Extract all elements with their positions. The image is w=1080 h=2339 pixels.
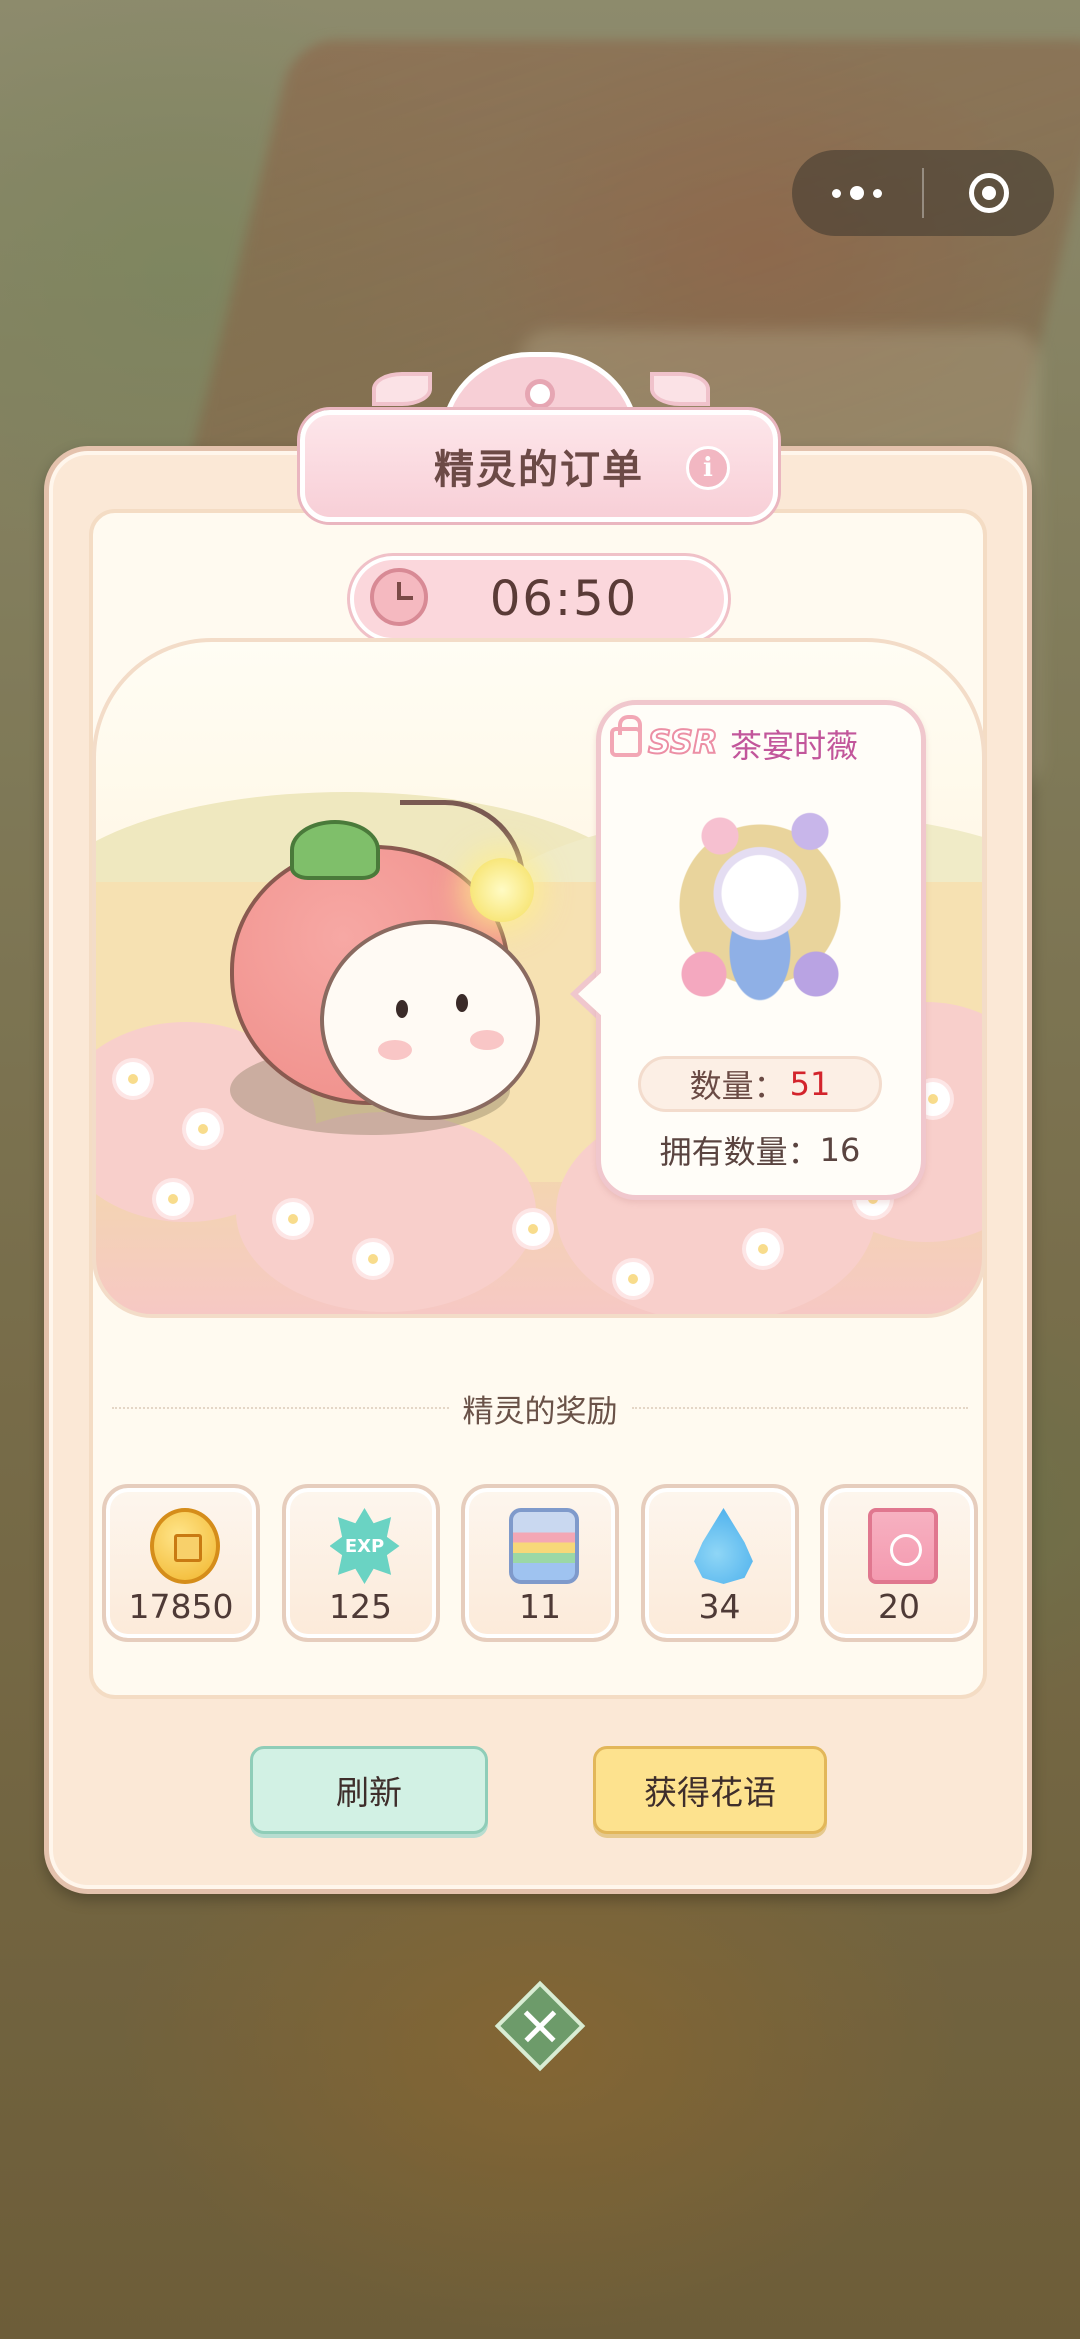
miniprogram-capsule <box>792 150 1054 236</box>
spirit-character[interactable] <box>320 920 540 1120</box>
card-icon <box>868 1508 938 1584</box>
reward-value: 125 <box>329 1587 392 1626</box>
owned-label: 拥有数量： <box>659 1133 820 1171</box>
owned-value: 16 <box>819 1131 861 1169</box>
required-quantity: 数量： 51 <box>638 1056 882 1112</box>
bubble-tail-fill <box>578 970 604 1018</box>
reward-value: 20 <box>878 1587 920 1626</box>
quantity-value: 51 <box>789 1065 831 1103</box>
timer-value: 06:50 <box>489 571 639 627</box>
leaf-ornament-right <box>650 372 710 406</box>
alarm-clock-icon <box>370 568 428 626</box>
reward-slot-card[interactable]: 20 <box>820 1484 978 1642</box>
dialog-title: 精灵的订单 <box>434 447 644 493</box>
reward-slot-coin[interactable]: 17850 <box>102 1484 260 1642</box>
item-name: 茶宴时薇 <box>730 727 859 765</box>
ssr-rarity-badge: SSR <box>647 722 719 762</box>
target-circle-icon[interactable] <box>924 150 1054 236</box>
get-flower-language-button[interactable]: 获得花语 <box>593 1746 827 1834</box>
reward-slot-bag[interactable]: 11 <box>461 1484 619 1642</box>
rainbow-bag-icon <box>509 1508 579 1584</box>
reward-value: 17850 <box>128 1587 234 1626</box>
spirit-eye-right <box>456 994 468 1012</box>
quantity-label: 数量： <box>689 1067 786 1105</box>
item-card-art[interactable] <box>660 790 860 1020</box>
reward-value: 34 <box>698 1587 741 1626</box>
rewards-header: 精灵的奖励 <box>112 1385 968 1431</box>
exp-icon: EXP <box>329 1508 400 1584</box>
rewards-list: 17850 EXP 125 11 34 20 <box>102 1484 978 1642</box>
info-icon[interactable]: i <box>686 446 730 490</box>
lock-icon <box>610 715 642 757</box>
reward-value: 11 <box>519 1587 561 1626</box>
water-drop-icon <box>694 1508 753 1584</box>
spirit-eye-left <box>396 1000 408 1018</box>
spirit-cheek-right <box>470 1030 504 1050</box>
rewards-title: 精灵的奖励 <box>462 1393 618 1430</box>
strawberry-leaves <box>290 820 380 880</box>
owned-quantity: 拥有数量： 16 <box>620 1126 900 1174</box>
refresh-button[interactable]: 刷新 <box>250 1746 488 1834</box>
reward-slot-water[interactable]: 34 <box>640 1484 799 1642</box>
coin-icon <box>150 1508 220 1584</box>
reward-slot-exp[interactable]: EXP 125 <box>281 1484 440 1642</box>
more-dots-icon[interactable] <box>792 150 922 236</box>
spirit-cheek-left <box>378 1040 412 1060</box>
leaf-ornament-left <box>372 372 432 406</box>
glowing-lamp <box>470 858 534 922</box>
